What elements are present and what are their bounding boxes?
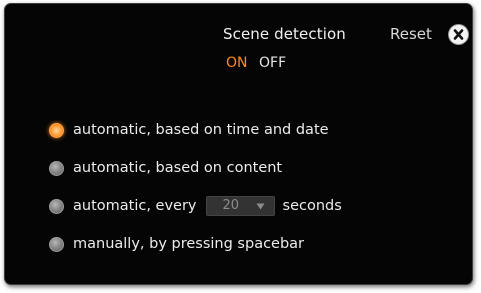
interval-value: 20 (222, 198, 240, 213)
radio-button[interactable] (49, 198, 64, 214)
scene-detection-panel: Scene detection Reset ON OFF automatic, … (4, 3, 473, 285)
toggle-on-option[interactable]: ON (226, 55, 248, 71)
close-button[interactable] (449, 25, 468, 44)
reset-button[interactable]: Reset (390, 25, 432, 43)
radio-button[interactable] (49, 160, 64, 176)
panel-title: Scene detection (223, 25, 346, 43)
option-time-and-date[interactable]: automatic, based on time and date (49, 120, 329, 140)
close-icon (453, 29, 464, 40)
chevron-down-icon (256, 203, 265, 210)
option-interval[interactable]: automatic, every 20 seconds (49, 196, 342, 216)
option-content[interactable]: automatic, based on content (49, 158, 282, 178)
option-label: automatic, based on content (73, 160, 283, 176)
radio-button-selected[interactable] (49, 122, 64, 138)
option-label-suffix: seconds (282, 198, 342, 214)
toggle-off-option[interactable]: OFF (259, 55, 286, 71)
option-manual[interactable]: manually, by pressing spacebar (49, 234, 304, 254)
radio-button[interactable] (49, 236, 64, 252)
option-label-prefix: automatic, every (73, 198, 197, 214)
interval-dropdown[interactable]: 20 (205, 196, 275, 216)
option-label: automatic, based on time and date (73, 122, 329, 138)
option-label: manually, by pressing spacebar (73, 236, 305, 252)
